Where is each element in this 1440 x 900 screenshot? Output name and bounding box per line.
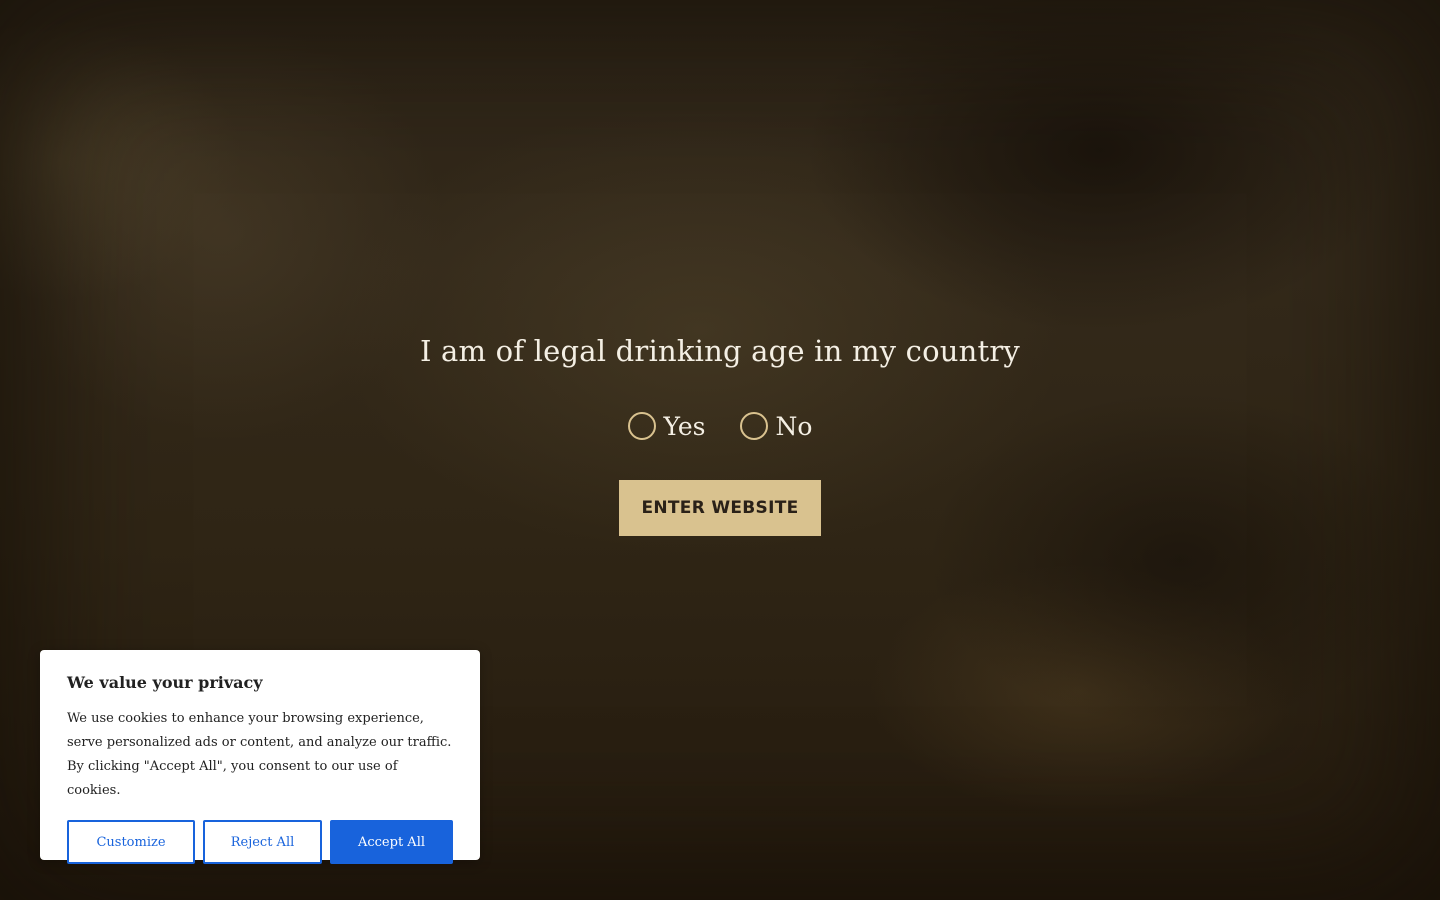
customize-button[interactable]: Customize — [67, 820, 195, 864]
accept-all-button[interactable]: Accept All — [330, 820, 453, 864]
cookie-banner-text: We use cookies to enhance your browsing … — [67, 711, 452, 798]
cookie-banner-title: We value your privacy — [67, 673, 263, 692]
age-verification-overlay: I am of legal drinking age in my country… — [0, 320, 1440, 536]
enter-website-button[interactable]: ENTER WEBSITE — [619, 480, 821, 536]
age-gate-title: I am of legal drinking age in my country — [419, 334, 1021, 368]
age-gate-options: Yes No — [0, 406, 1440, 446]
no-radio[interactable] — [739, 412, 768, 440]
yes-label: Yes — [663, 411, 706, 441]
cookie-consent-banner: We value your privacy We use cookies to … — [40, 650, 480, 864]
no-label: No — [775, 411, 813, 441]
age-option-yes[interactable]: Yes — [627, 411, 706, 441]
enter-button-wrap: ENTER WEBSITE — [0, 480, 1440, 536]
yes-radio[interactable] — [627, 412, 656, 440]
reject-all-button[interactable]: Reject All — [203, 820, 322, 864]
cookie-banner-buttons: Customize Reject All Accept All — [67, 820, 453, 864]
age-option-no[interactable]: No — [739, 411, 813, 441]
